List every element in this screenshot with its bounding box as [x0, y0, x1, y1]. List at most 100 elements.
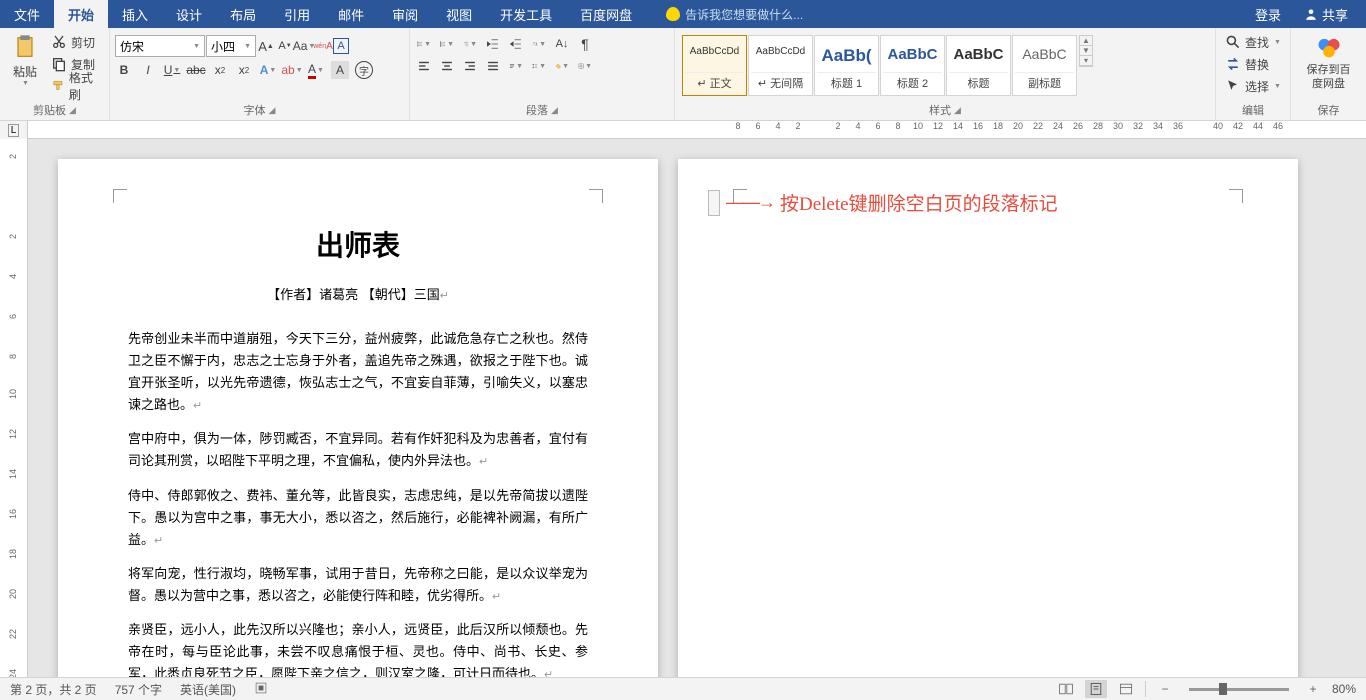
bulb-icon — [666, 7, 680, 21]
tell-me-search[interactable]: 告诉我您想要做什么... — [666, 6, 803, 23]
style-option[interactable]: AaBbC标题 2 — [880, 35, 945, 96]
style-option[interactable]: AaBb(标题 1 — [814, 35, 879, 96]
tab-review[interactable]: 审阅 — [378, 0, 432, 28]
cut-button[interactable]: 剪切 — [47, 31, 104, 53]
bullets-icon[interactable]: ▼ — [415, 35, 433, 53]
gallery-up-icon[interactable]: ▲ — [1080, 36, 1092, 46]
char-border-icon[interactable]: A — [333, 38, 349, 54]
brush-icon — [51, 78, 65, 94]
asian-layout-icon[interactable]: ▼ — [530, 35, 548, 53]
paragraph-dialog-icon[interactable]: ◢ — [551, 105, 558, 116]
underline-icon[interactable]: U▼ — [163, 61, 181, 79]
distribute-icon[interactable]: ▼ — [507, 57, 525, 75]
italic-icon[interactable]: I — [139, 61, 157, 79]
enclose-char-icon[interactable]: 字 — [355, 61, 373, 79]
phonetic-guide-icon[interactable]: wénA — [314, 37, 332, 55]
document-paragraph: 宫中府中，俱为一体，陟罚臧否，不宜异同。若有作奸犯科及为忠善者，宜付有司论其刑赏… — [128, 428, 588, 472]
multilevel-icon[interactable]: ▼ — [461, 35, 479, 53]
language-status[interactable]: 英语(美国) — [180, 681, 236, 698]
tab-file[interactable]: 文件 — [0, 0, 54, 28]
select-button[interactable]: 选择▼ — [1221, 75, 1285, 97]
align-left-icon[interactable] — [415, 57, 433, 75]
tab-mailings[interactable]: 邮件 — [324, 0, 378, 28]
zoom-level[interactable]: 80% — [1332, 682, 1356, 696]
margin-corner-icon — [589, 189, 603, 203]
subscript-icon[interactable]: x2 — [211, 61, 229, 79]
document-title: 出师表 — [128, 224, 588, 264]
zoom-in-icon[interactable]: + — [1302, 680, 1324, 698]
document-page-2[interactable]: ——→ 按Delete键删除空白页的段落标记 — [678, 159, 1298, 677]
find-button[interactable]: 查找▼ — [1221, 31, 1285, 53]
tab-home[interactable]: 开始 — [54, 0, 108, 28]
annotation-callout: ——→ 按Delete键删除空白页的段落标记 — [708, 189, 1058, 216]
ruler-corner: L — [0, 121, 28, 139]
clipboard-dialog-icon[interactable]: ◢ — [69, 105, 76, 116]
style-option[interactable]: AaBbC副标题 — [1012, 35, 1077, 96]
style-gallery: AaBbCcDd↵ 正文AaBbCcDd↵ 无间隔AaBb(标题 1AaBbC标… — [682, 35, 1077, 96]
editing-group-label: 编辑 — [1221, 100, 1285, 120]
tab-insert[interactable]: 插入 — [108, 0, 162, 28]
tab-view[interactable]: 视图 — [432, 0, 486, 28]
tab-developer[interactable]: 开发工具 — [486, 0, 566, 28]
shrink-font-icon[interactable]: A▼ — [276, 37, 294, 55]
macro-icon[interactable] — [254, 681, 268, 698]
paragraph-group-label: 段落 — [526, 102, 548, 118]
tab-baidu[interactable]: 百度网盘 — [566, 0, 646, 28]
justify-icon[interactable] — [484, 57, 502, 75]
font-dialog-icon[interactable]: ◢ — [269, 105, 276, 116]
word-count[interactable]: 757 个字 — [115, 681, 162, 698]
style-option[interactable]: AaBbCcDd↵ 无间隔 — [748, 35, 813, 96]
align-right-icon[interactable] — [461, 57, 479, 75]
increase-indent-icon[interactable] — [507, 35, 525, 53]
find-icon — [1225, 34, 1241, 50]
tab-layout[interactable]: 布局 — [216, 0, 270, 28]
borders-icon[interactable]: ▼ — [576, 57, 594, 75]
status-bar: 第 2 页，共 2 页 757 个字 英语(美国) − + 80% — [0, 677, 1366, 700]
decrease-indent-icon[interactable] — [484, 35, 502, 53]
show-marks-icon[interactable]: ¶ — [576, 35, 594, 53]
font-family-select[interactable]: 仿宋▼ — [115, 35, 205, 57]
strike-icon[interactable]: abc — [187, 61, 205, 79]
share-button[interactable]: 共享 — [1296, 3, 1356, 26]
zoom-slider[interactable] — [1189, 688, 1289, 691]
style-option[interactable]: AaBbC标题 — [946, 35, 1011, 96]
vertical-ruler[interactable]: 2246810121416182022242628 — [0, 139, 28, 677]
read-mode-icon[interactable] — [1055, 680, 1077, 698]
print-layout-icon[interactable] — [1085, 680, 1107, 698]
zoom-out-icon[interactable]: − — [1154, 680, 1176, 698]
arrow-icon: ——→ — [726, 192, 774, 213]
shading-icon[interactable]: ▼ — [553, 57, 571, 75]
grow-font-icon[interactable]: A▲ — [257, 37, 275, 55]
styles-dialog-icon[interactable]: ◢ — [954, 105, 961, 116]
line-spacing-icon[interactable]: ▼ — [530, 57, 548, 75]
document-paragraph: 将军向宠，性行淑均，晓畅军事，试用于昔日，先帝称之曰能，是以众议举宠为督。愚以为… — [128, 563, 588, 607]
format-painter-button[interactable]: 格式刷 — [47, 75, 104, 97]
web-layout-icon[interactable] — [1115, 680, 1137, 698]
gallery-more-icon[interactable]: ▾ — [1080, 56, 1092, 66]
sort-icon[interactable]: A↓ — [553, 35, 571, 53]
change-case-icon[interactable]: Aa▼ — [295, 37, 313, 55]
align-center-icon[interactable] — [438, 57, 456, 75]
bold-icon[interactable]: B — [115, 61, 133, 79]
text-effects-icon[interactable]: A▼ — [259, 61, 277, 79]
paste-button[interactable]: 粘贴▼ — [5, 31, 45, 89]
horizontal-ruler[interactable]: 8642246810121416182022242628303234364042… — [28, 121, 1366, 139]
numbering-icon[interactable]: 123▼ — [438, 35, 456, 53]
char-shading-icon[interactable]: A — [331, 61, 349, 79]
tab-references[interactable]: 引用 — [270, 0, 324, 28]
superscript-icon[interactable]: x2 — [235, 61, 253, 79]
login-link[interactable]: 登录 — [1255, 5, 1281, 24]
tab-design[interactable]: 设计 — [162, 0, 216, 28]
highlight-icon[interactable]: ab▼ — [283, 61, 301, 79]
font-color-icon[interactable]: A▼ — [307, 61, 325, 79]
save-group-label: 保存 — [1296, 100, 1361, 120]
replace-button[interactable]: 替换 — [1221, 53, 1273, 75]
gallery-down-icon[interactable]: ▼ — [1080, 46, 1092, 56]
save-baidu-button[interactable]: 保存到百度网盘 — [1296, 31, 1361, 94]
margin-corner-icon — [113, 189, 127, 203]
document-page-1[interactable]: 出师表 【作者】诸葛亮 【朝代】三国↵ 先帝创业未半而中道崩殂，今天下三分，益州… — [58, 159, 658, 677]
page-count[interactable]: 第 2 页，共 2 页 — [10, 681, 97, 698]
font-size-select[interactable]: 小四▼ — [206, 35, 256, 57]
style-option[interactable]: AaBbCcDd↵ 正文 — [682, 35, 747, 96]
paragraph-mark-box — [708, 190, 720, 216]
